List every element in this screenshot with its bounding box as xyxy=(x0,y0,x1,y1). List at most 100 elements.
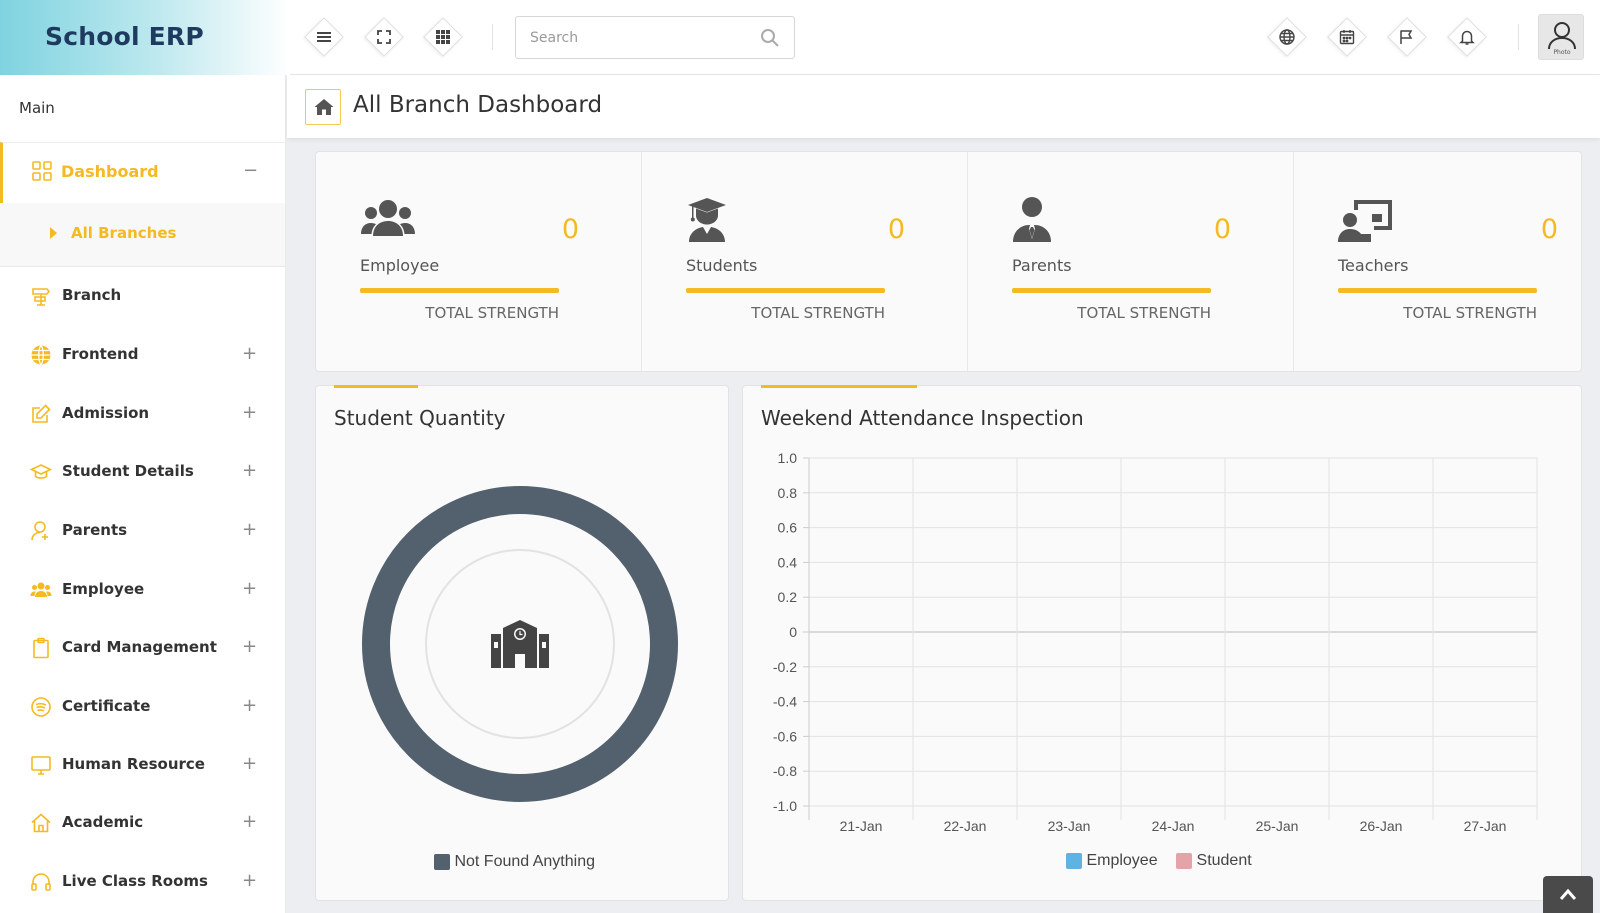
sidebar-item-dashboard[interactable]: Dashboard − xyxy=(0,142,285,203)
signpost-icon xyxy=(32,288,51,306)
sidebar-item-branch[interactable]: Branch xyxy=(0,267,285,325)
stat-value: 0 xyxy=(1213,214,1231,245)
language-button[interactable] xyxy=(1267,17,1307,57)
panel-title: Student Quantity xyxy=(334,406,506,430)
header-divider xyxy=(1518,24,1519,50)
user-avatar[interactable]: Photo xyxy=(1538,14,1584,60)
donut-legend: Not Found Anything xyxy=(434,853,595,871)
calendar-button[interactable] xyxy=(1327,17,1367,57)
y-tick-label: 1.0 xyxy=(778,450,798,466)
x-tick-label: 26-Jan xyxy=(1360,818,1403,834)
page-title-bar: All Branch Dashboard xyxy=(287,75,1600,138)
stat-bar xyxy=(1338,288,1537,293)
legend-swatch xyxy=(434,853,450,870)
sidebar-item-label: Branch xyxy=(62,286,122,304)
home-button[interactable] xyxy=(305,89,341,125)
page-title: All Branch Dashboard xyxy=(353,92,603,118)
sidebar-item-parents[interactable]: Parents + xyxy=(0,502,285,560)
stat-bar xyxy=(360,288,559,293)
notifications-button[interactable] xyxy=(1447,17,1487,57)
brand-name: School ERP xyxy=(45,22,204,51)
y-tick-label: -0.2 xyxy=(773,659,797,675)
stat-name: Students xyxy=(686,256,758,275)
scroll-to-top-button[interactable] xyxy=(1543,876,1593,913)
stat-bar xyxy=(686,288,885,293)
sidebar-item-card-management[interactable]: Card Management + xyxy=(0,619,285,677)
sidebar-item-human-resource[interactable]: Human Resource + xyxy=(0,736,285,794)
stat-bar xyxy=(1012,288,1211,293)
search-input[interactable] xyxy=(530,27,750,49)
users-icon xyxy=(30,582,52,597)
globe-icon xyxy=(31,345,51,365)
stat-value: 0 xyxy=(887,214,905,245)
expand-icon xyxy=(377,30,391,44)
sidebar-item-label: Employee xyxy=(62,580,145,598)
fullscreen-button[interactable] xyxy=(364,17,404,57)
x-tick-label: 24-Jan xyxy=(1152,818,1195,834)
sidebar-item-label: Parents xyxy=(62,521,128,539)
sidebar-item-label: Frontend xyxy=(62,345,139,363)
search-icon[interactable] xyxy=(760,28,780,48)
x-tick-label: 23-Jan xyxy=(1048,818,1091,834)
expand-plus-icon[interactable]: + xyxy=(242,578,257,599)
expand-plus-icon[interactable]: + xyxy=(242,519,257,540)
y-tick-label: 0.2 xyxy=(778,589,798,605)
collapse-icon[interactable]: − xyxy=(243,160,258,181)
stat-teachers: 0 Teachers TOTAL STRENGTH xyxy=(1294,152,1600,371)
user-icon xyxy=(31,521,48,541)
sidebar-item-label: Dashboard xyxy=(61,162,159,181)
sidebar-item-employee[interactable]: Employee + xyxy=(0,561,285,619)
sidebar-item-label: Human Resource xyxy=(62,755,205,773)
sidebar-subitem-all-branches[interactable]: All Branches xyxy=(0,203,285,267)
y-tick-label: 0.8 xyxy=(778,485,798,501)
caret-right-icon xyxy=(50,227,57,239)
x-tick-label: 22-Jan xyxy=(944,818,987,834)
flag-button[interactable] xyxy=(1387,17,1427,57)
hamburger-icon xyxy=(317,32,331,42)
apps-button[interactable] xyxy=(423,17,463,57)
sidebar-item-frontend[interactable]: Frontend + xyxy=(0,326,285,384)
expand-plus-icon[interactable]: + xyxy=(242,636,257,657)
expand-plus-icon[interactable]: + xyxy=(242,402,257,423)
sidebar-item-admission[interactable]: Admission + xyxy=(0,385,285,443)
calendar-icon xyxy=(1339,30,1355,45)
sidebar-item-label: Admission xyxy=(62,404,150,422)
sidebar-subitem-label: All Branches xyxy=(71,224,177,242)
legend-label-student: Student xyxy=(1196,852,1252,869)
users-icon xyxy=(361,200,415,236)
globe-icon xyxy=(1279,29,1295,45)
sidebar-section-label: Main xyxy=(19,99,55,117)
edit-icon xyxy=(32,404,51,423)
menu-toggle-button[interactable] xyxy=(304,17,344,57)
stat-name: Teachers xyxy=(1338,256,1409,275)
stat-subtitle: TOTAL STRENGTH xyxy=(1077,304,1211,322)
sidebar-item-label: Student Details xyxy=(62,462,194,480)
stat-students: 0 Students TOTAL STRENGTH xyxy=(642,152,968,371)
donut-chart[interactable] xyxy=(360,484,680,804)
expand-plus-icon[interactable]: + xyxy=(242,695,257,716)
x-tick-label: 21-Jan xyxy=(840,818,883,834)
sidebar-item-certificate[interactable]: Certificate + xyxy=(0,678,285,736)
flag-icon xyxy=(1400,30,1413,44)
stats-card: 0 Employee TOTAL STRENGTH 0 Students TOT… xyxy=(315,151,1582,372)
legend-label: Not Found Anything xyxy=(454,853,595,870)
expand-plus-icon[interactable]: + xyxy=(242,460,257,481)
sidebar-item-live-class-rooms[interactable]: Live Class Rooms + xyxy=(0,853,285,911)
brand-logo[interactable]: School ERP xyxy=(0,0,290,75)
attendance-line-chart[interactable]: 1.0 0.8 0.6 0.4 0.2 0 -0.2 -0.4 -0.6 -0.8 -1.0 21-J… xyxy=(743,386,1581,856)
stat-name: Parents xyxy=(1012,256,1072,275)
sidebar-item-student-details[interactable]: Student Details + xyxy=(0,443,285,501)
stat-parents: 0 Parents TOTAL STRENGTH xyxy=(968,152,1294,371)
attendance-panel: Weekend Attendance Inspection 1.0 0.8 0.6 0… xyxy=(742,385,1582,901)
y-tick-label: -0.6 xyxy=(773,728,797,744)
expand-plus-icon[interactable]: + xyxy=(242,343,257,364)
graduate-icon xyxy=(688,198,726,242)
sidebar-item-academic[interactable]: Academic + xyxy=(0,794,285,852)
legend-label-employee: Employee xyxy=(1086,852,1158,869)
panel-accent xyxy=(334,385,418,388)
y-tick-label: 0.4 xyxy=(778,554,798,570)
expand-plus-icon[interactable]: + xyxy=(242,753,257,774)
expand-plus-icon[interactable]: + xyxy=(242,870,257,891)
stat-employee: 0 Employee TOTAL STRENGTH xyxy=(316,152,642,371)
expand-plus-icon[interactable]: + xyxy=(242,811,257,832)
